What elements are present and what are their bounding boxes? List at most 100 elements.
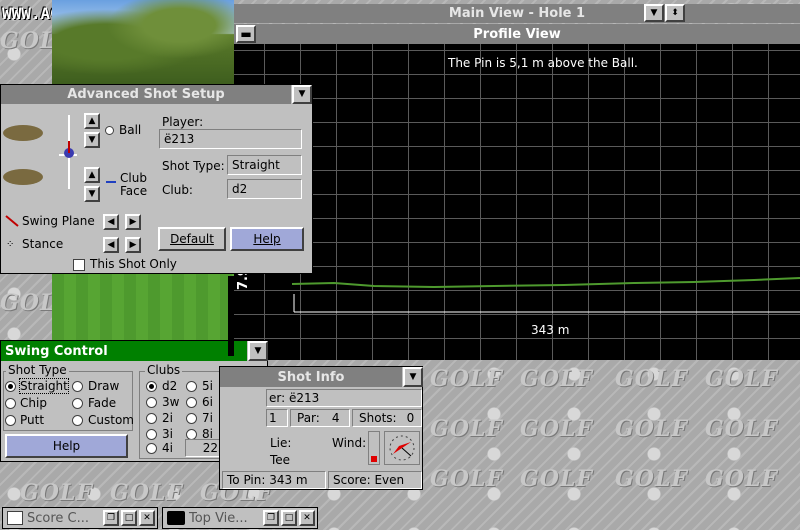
score-card-maximize-button[interactable]: □ [121, 510, 137, 526]
shot-info-titlebar[interactable]: Shot Info [220, 367, 402, 387]
shot-type-straight-radio[interactable] [5, 381, 16, 392]
main-view-minimize-button[interactable]: ▼ [644, 4, 664, 22]
advanced-shot-setup-titlebar[interactable]: Advanced Shot Setup [1, 85, 291, 104]
score-card-minimized[interactable]: Score C... ❐ □ ✕ [2, 507, 158, 529]
top-view-maximize-button[interactable]: □ [281, 510, 297, 526]
profile-view-titlebar[interactable]: Profile View [234, 24, 800, 44]
shot-type-fade-label: Fade [88, 396, 117, 410]
swing-plane-icon [5, 215, 19, 227]
stance-left-button[interactable]: ◀ [103, 237, 119, 253]
wind-label: Wind: [332, 436, 367, 450]
club-5i-radio[interactable] [186, 381, 197, 392]
club-d2-radio[interactable] [146, 381, 157, 392]
ball-icon [105, 126, 114, 135]
swing-plane-label: Swing Plane [22, 214, 95, 228]
shot-type-draw-label: Draw [88, 379, 120, 393]
score-card-label: Score C... [27, 510, 90, 526]
main-view-titlebar[interactable]: Main View - Hole 1 [234, 4, 800, 23]
this-shot-only-label: This Shot Only [90, 257, 177, 271]
shot-info-window: Shot Info ▼ er: ë213 1 Par: 4 Shots: 0 L… [219, 366, 423, 490]
feet-stance-diagram [1, 111, 77, 191]
swing-help-button-label: Help [52, 439, 81, 453]
shot-type-field: Straight [227, 155, 302, 175]
par-value: 4 [331, 411, 340, 425]
to-pin-field: To Pin: 343 m [222, 471, 326, 489]
shot-type-putt-radio[interactable] [5, 415, 16, 426]
club-d2-label: d2 [162, 379, 178, 393]
shot-type-custom-label: Custom [88, 413, 134, 427]
profile-view-system-menu-button[interactable]: ▬ [236, 25, 256, 43]
swing-plane-right-button[interactable]: ▶ [125, 214, 141, 230]
shot-type-chip-radio[interactable] [5, 398, 16, 409]
shot-type-putt-label: Putt [20, 413, 45, 427]
club-3w-radio[interactable] [146, 397, 157, 408]
lie-label: Lie: [270, 436, 292, 450]
top-view-restore-button[interactable]: ❐ [263, 510, 279, 526]
club-label: Club: [162, 183, 193, 197]
shot-info-hole-field: 1 [266, 409, 288, 427]
stance-icon: ⁘ [6, 239, 15, 250]
shot-type-group-label: Shot Type [6, 363, 69, 377]
shot-type-draw-radio[interactable] [72, 381, 83, 392]
club-face-label-2: Face [120, 184, 148, 198]
score-field: Score: Even [328, 471, 422, 489]
swing-plane-left-button[interactable]: ◀ [103, 214, 119, 230]
club-3i-label: 3i [162, 427, 173, 441]
shot-info-player-field: er: ë213 [266, 389, 422, 407]
top-view-label: Top Vie... [189, 510, 248, 526]
swing-control-title: Swing Control [5, 343, 108, 359]
top-view-close-button[interactable]: ✕ [299, 510, 315, 526]
club-3w-label: 3w [162, 395, 180, 409]
stance-label: Stance [22, 237, 64, 251]
club-face-up-button[interactable]: ▲ [84, 167, 100, 183]
shot-info-title: Shot Info [277, 369, 345, 385]
club-2i-radio[interactable] [146, 413, 157, 424]
main-view-restore-button[interactable]: ⬍ [665, 4, 685, 22]
club-3i-radio[interactable] [146, 429, 157, 440]
shot-type-label: Shot Type: [162, 159, 225, 173]
swing-control-dropdown-button[interactable]: ▼ [248, 341, 268, 361]
shot-type-fade-radio[interactable] [72, 398, 83, 409]
view-edge-bar [228, 276, 234, 356]
shot-info-par-field: Par: 4 [290, 409, 350, 427]
stance-right-button[interactable]: ▶ [125, 237, 141, 253]
score-card-restore-button[interactable]: ❐ [103, 510, 119, 526]
advanced-help-button[interactable]: Help [230, 227, 304, 251]
distance-label: 343 m [531, 323, 570, 337]
player-label: Player: [162, 115, 204, 129]
wind-strength-meter [368, 431, 380, 465]
club-6i-radio[interactable] [186, 397, 197, 408]
club-field: d2 [227, 179, 302, 199]
ball-label: Ball [119, 123, 142, 137]
shot-info-shots-field: Shots: 0 [352, 409, 422, 427]
swing-help-button[interactable]: Help [5, 434, 128, 458]
top-view-minimized[interactable]: Top Vie... ❐ □ ✕ [162, 507, 318, 529]
advanced-shot-setup-title: Advanced Shot Setup [67, 87, 225, 102]
club-7i-radio[interactable] [186, 413, 197, 424]
shot-type-straight-label: Straight [19, 378, 69, 394]
par-label: Par: [297, 411, 320, 425]
ball-down-button[interactable]: ▼ [84, 132, 100, 148]
wind-strength-fill [371, 456, 377, 462]
player-field: ë213 [159, 129, 302, 149]
default-button[interactable]: Default [158, 227, 226, 251]
club-2i-label: 2i [162, 411, 173, 425]
club-4i-label: 4i [162, 441, 173, 455]
ball-up-button[interactable]: ▲ [84, 113, 100, 129]
shots-label: Shots: [359, 411, 397, 425]
club-7i-label: 7i [202, 411, 213, 425]
lie-value: Tee [270, 453, 291, 467]
swing-control-titlebar[interactable]: Swing Control [1, 341, 247, 361]
club-face-down-button[interactable]: ▼ [84, 186, 100, 202]
main-view-title: Main View - Hole 1 [448, 6, 586, 21]
club-6i-label: 6i [202, 395, 213, 409]
club-4i-radio[interactable] [146, 443, 157, 454]
this-shot-only-checkbox[interactable] [73, 259, 85, 271]
shot-info-dropdown-button[interactable]: ▼ [403, 367, 423, 387]
wind-direction-compass [384, 431, 420, 465]
shot-type-custom-radio[interactable] [72, 415, 83, 426]
score-card-close-button[interactable]: ✕ [139, 510, 155, 526]
advanced-shot-setup-dropdown-button[interactable]: ▼ [292, 85, 312, 104]
scenery-tree-view [52, 0, 234, 84]
fairway-grass-view [52, 272, 234, 342]
